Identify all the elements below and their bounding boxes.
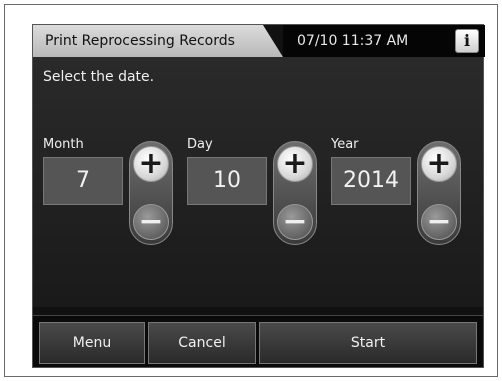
touch-screen: Print Reprocessing Records 07/10 11:37 A… xyxy=(32,24,485,368)
year-value: 2014 xyxy=(331,157,411,205)
month-stepper: + − xyxy=(129,141,173,245)
menu-button[interactable]: Menu xyxy=(39,322,145,364)
minus-icon: − xyxy=(138,204,164,239)
month-label: Month xyxy=(43,137,84,152)
cancel-button[interactable]: Cancel xyxy=(148,322,256,364)
minus-icon: − xyxy=(282,204,308,239)
plus-icon: + xyxy=(426,146,452,181)
year-label: Year xyxy=(331,137,359,152)
start-button[interactable]: Start xyxy=(259,322,477,364)
year-stepper: + − xyxy=(417,141,461,245)
month-value: 7 xyxy=(43,157,123,205)
month-decrement-button[interactable]: − xyxy=(133,204,169,240)
year-decrement-button[interactable]: − xyxy=(421,204,457,240)
day-decrement-button[interactable]: − xyxy=(277,204,313,240)
day-stepper: + − xyxy=(273,141,317,245)
day-label: Day xyxy=(187,137,213,152)
day-increment-button[interactable]: + xyxy=(277,146,313,182)
plus-icon: + xyxy=(282,146,308,181)
date-time: 07/10 11:37 AM xyxy=(297,33,409,49)
year-increment-button[interactable]: + xyxy=(421,146,457,182)
info-icon[interactable]: i xyxy=(455,29,479,53)
screen-title: Print Reprocessing Records xyxy=(33,25,283,57)
plus-icon: + xyxy=(138,146,164,181)
footer-button-bar: Menu Cancel Start xyxy=(33,315,483,367)
instruction-text: Select the date. xyxy=(43,69,155,85)
date-selection-panel: Select the date. Month 7 + − Day 10 + − … xyxy=(33,57,483,307)
month-increment-button[interactable]: + xyxy=(133,146,169,182)
header-status-bar: 07/10 11:37 AM i xyxy=(283,25,485,57)
minus-icon: − xyxy=(426,204,452,239)
day-value: 10 xyxy=(187,157,267,205)
